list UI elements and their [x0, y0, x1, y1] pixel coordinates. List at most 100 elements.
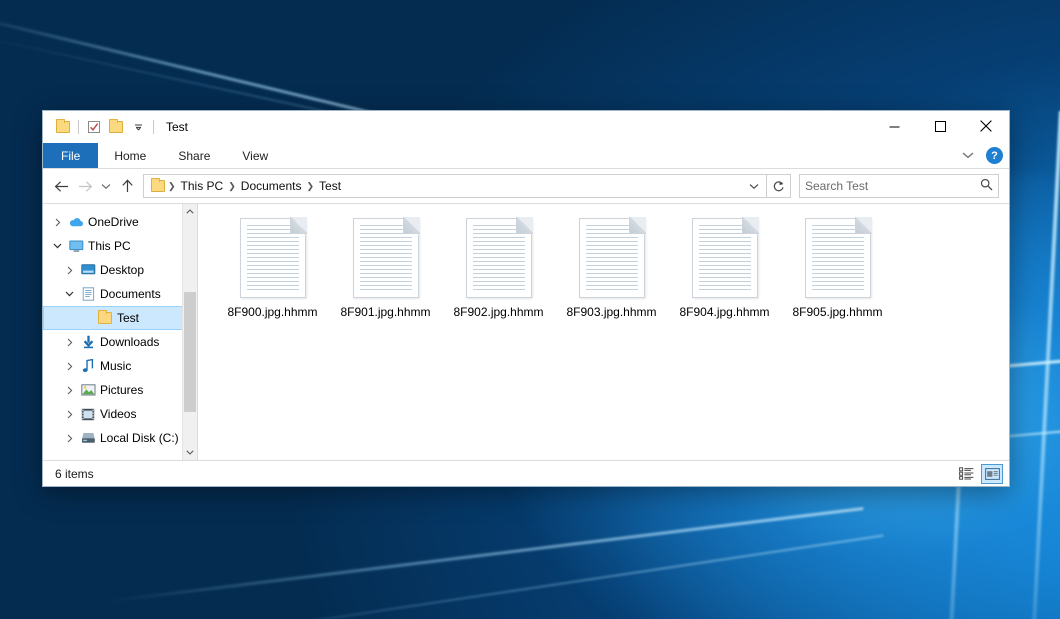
- address-dropdown-icon[interactable]: [744, 175, 764, 197]
- chevron-right-icon[interactable]: [61, 434, 78, 443]
- title-bar: Test: [43, 111, 1009, 143]
- generic-file-icon: [353, 218, 419, 298]
- breadcrumb-separator: ❯: [167, 181, 177, 192]
- details-view-button[interactable]: [955, 464, 977, 484]
- sidebar-item-test[interactable]: Test: [43, 306, 197, 330]
- minimize-button[interactable]: [871, 111, 917, 141]
- file-name: 8F902.jpg.hhmm: [453, 305, 543, 319]
- sidebar-item-label: Downloads: [98, 335, 159, 349]
- download-icon: [78, 335, 98, 349]
- chevron-down-icon[interactable]: [127, 116, 149, 138]
- ribbon-tab-bar: File Home Share View ?: [43, 143, 1009, 169]
- file-name: 8F904.jpg.hhmm: [679, 305, 769, 319]
- back-button[interactable]: [49, 174, 73, 198]
- sidebar-item-downloads[interactable]: Downloads: [43, 330, 197, 354]
- recent-locations-button[interactable]: [97, 174, 115, 198]
- breadcrumb-separator: ❯: [227, 181, 237, 192]
- file-item[interactable]: 8F903.jpg.hhmm: [555, 216, 668, 336]
- sidebar-item-label: Test: [115, 311, 139, 325]
- close-button[interactable]: [963, 111, 1009, 141]
- window-title: Test: [166, 120, 188, 134]
- forward-button[interactable]: [73, 174, 97, 198]
- help-icon[interactable]: ?: [986, 147, 1003, 164]
- maximize-button[interactable]: [917, 111, 963, 141]
- file-item[interactable]: 8F905.jpg.hhmm: [781, 216, 894, 336]
- chevron-right-icon[interactable]: [61, 386, 78, 395]
- toolbar-separator: [78, 120, 79, 134]
- sidebar-item-label: OneDrive: [86, 215, 139, 229]
- search-input[interactable]: [805, 179, 980, 193]
- navigation-pane: OneDrive This PC: [43, 204, 198, 460]
- sidebar-item-label: This PC: [86, 239, 131, 253]
- desktop-icon: [78, 264, 98, 276]
- chevron-down-icon[interactable]: [958, 150, 978, 162]
- refresh-button[interactable]: [767, 174, 791, 198]
- breadcrumb-separator: ❯: [305, 181, 315, 192]
- scrollbar-thumb[interactable]: [184, 292, 196, 412]
- sidebar-item-desktop[interactable]: Desktop: [43, 258, 197, 282]
- sidebar-item-onedrive[interactable]: OneDrive: [43, 210, 197, 234]
- ribbon-right-controls: ?: [958, 143, 1003, 168]
- file-item[interactable]: 8F901.jpg.hhmm: [329, 216, 442, 336]
- file-list-area[interactable]: 8F900.jpg.hhmm 8F901.jpg.hhmm 8F902.jpg.…: [198, 204, 1009, 460]
- address-bar: ❯ This PC ❯ Documents ❯ Test: [43, 169, 1009, 203]
- monitor-icon: [66, 240, 86, 253]
- search-box[interactable]: [799, 174, 999, 198]
- quick-access-toolbar: [52, 116, 158, 138]
- search-icon[interactable]: [980, 178, 993, 194]
- scroll-up-icon[interactable]: [183, 204, 197, 219]
- scroll-down-icon[interactable]: [183, 445, 197, 460]
- file-name: 8F901.jpg.hhmm: [340, 305, 430, 319]
- sidebar-item-label: Videos: [98, 407, 136, 421]
- chevron-right-icon[interactable]: [61, 410, 78, 419]
- breadcrumb-item-documents[interactable]: Documents: [237, 179, 306, 193]
- tab-file[interactable]: File: [43, 143, 98, 168]
- tab-share[interactable]: Share: [162, 143, 226, 168]
- window-controls: [871, 111, 1009, 141]
- breadcrumb-item-this-pc[interactable]: This PC: [177, 179, 228, 193]
- sidebar-item-label: Music: [98, 359, 131, 373]
- tab-view[interactable]: View: [226, 143, 284, 168]
- generic-file-icon: [805, 218, 871, 298]
- explorer-body: OneDrive This PC: [43, 203, 1009, 460]
- sidebar-item-local-disk-c[interactable]: Local Disk (C:): [43, 426, 197, 450]
- properties-icon[interactable]: [83, 116, 105, 138]
- navigation-pane-scrollbar[interactable]: [182, 204, 197, 460]
- tab-home[interactable]: Home: [98, 143, 162, 168]
- file-item[interactable]: 8F902.jpg.hhmm: [442, 216, 555, 336]
- disk-icon: [78, 432, 98, 444]
- sidebar-item-documents[interactable]: Documents: [43, 282, 197, 306]
- item-count-label: 6 items: [55, 467, 955, 481]
- generic-file-icon: [579, 218, 645, 298]
- file-item[interactable]: 8F904.jpg.hhmm: [668, 216, 781, 336]
- chevron-right-icon[interactable]: [49, 218, 66, 227]
- generic-file-icon: [466, 218, 532, 298]
- toolbar-separator-2: [153, 120, 154, 134]
- sidebar-item-pictures[interactable]: Pictures: [43, 378, 197, 402]
- music-icon: [78, 359, 98, 373]
- breadcrumb-item-test[interactable]: Test: [315, 179, 345, 193]
- sidebar-item-label: Pictures: [98, 383, 143, 397]
- sidebar-item-label: Local Disk (C:): [98, 431, 179, 445]
- chevron-right-icon[interactable]: [61, 362, 78, 371]
- document-icon: [78, 287, 98, 301]
- large-icons-view-button[interactable]: [981, 464, 1003, 484]
- sidebar-item-music[interactable]: Music: [43, 354, 197, 378]
- sidebar-item-videos[interactable]: Videos: [43, 402, 197, 426]
- file-item[interactable]: 8F900.jpg.hhmm: [216, 216, 329, 336]
- up-button[interactable]: [115, 174, 139, 198]
- sidebar-item-label: Documents: [98, 287, 161, 301]
- file-explorer-window: Test File Home Share View ?: [42, 110, 1010, 487]
- chevron-right-icon[interactable]: [61, 266, 78, 275]
- chevron-down-icon[interactable]: [61, 291, 78, 297]
- cloud-icon: [66, 216, 86, 228]
- chevron-right-icon[interactable]: [61, 338, 78, 347]
- generic-file-icon: [240, 218, 306, 298]
- folder-icon[interactable]: [52, 116, 74, 138]
- new-folder-icon[interactable]: [105, 116, 127, 138]
- chevron-down-icon[interactable]: [49, 243, 66, 249]
- address-path-box[interactable]: ❯ This PC ❯ Documents ❯ Test: [143, 174, 767, 198]
- file-name: 8F903.jpg.hhmm: [566, 305, 656, 319]
- sidebar-item-this-pc[interactable]: This PC: [43, 234, 197, 258]
- file-grid: 8F900.jpg.hhmm 8F901.jpg.hhmm 8F902.jpg.…: [198, 204, 1009, 336]
